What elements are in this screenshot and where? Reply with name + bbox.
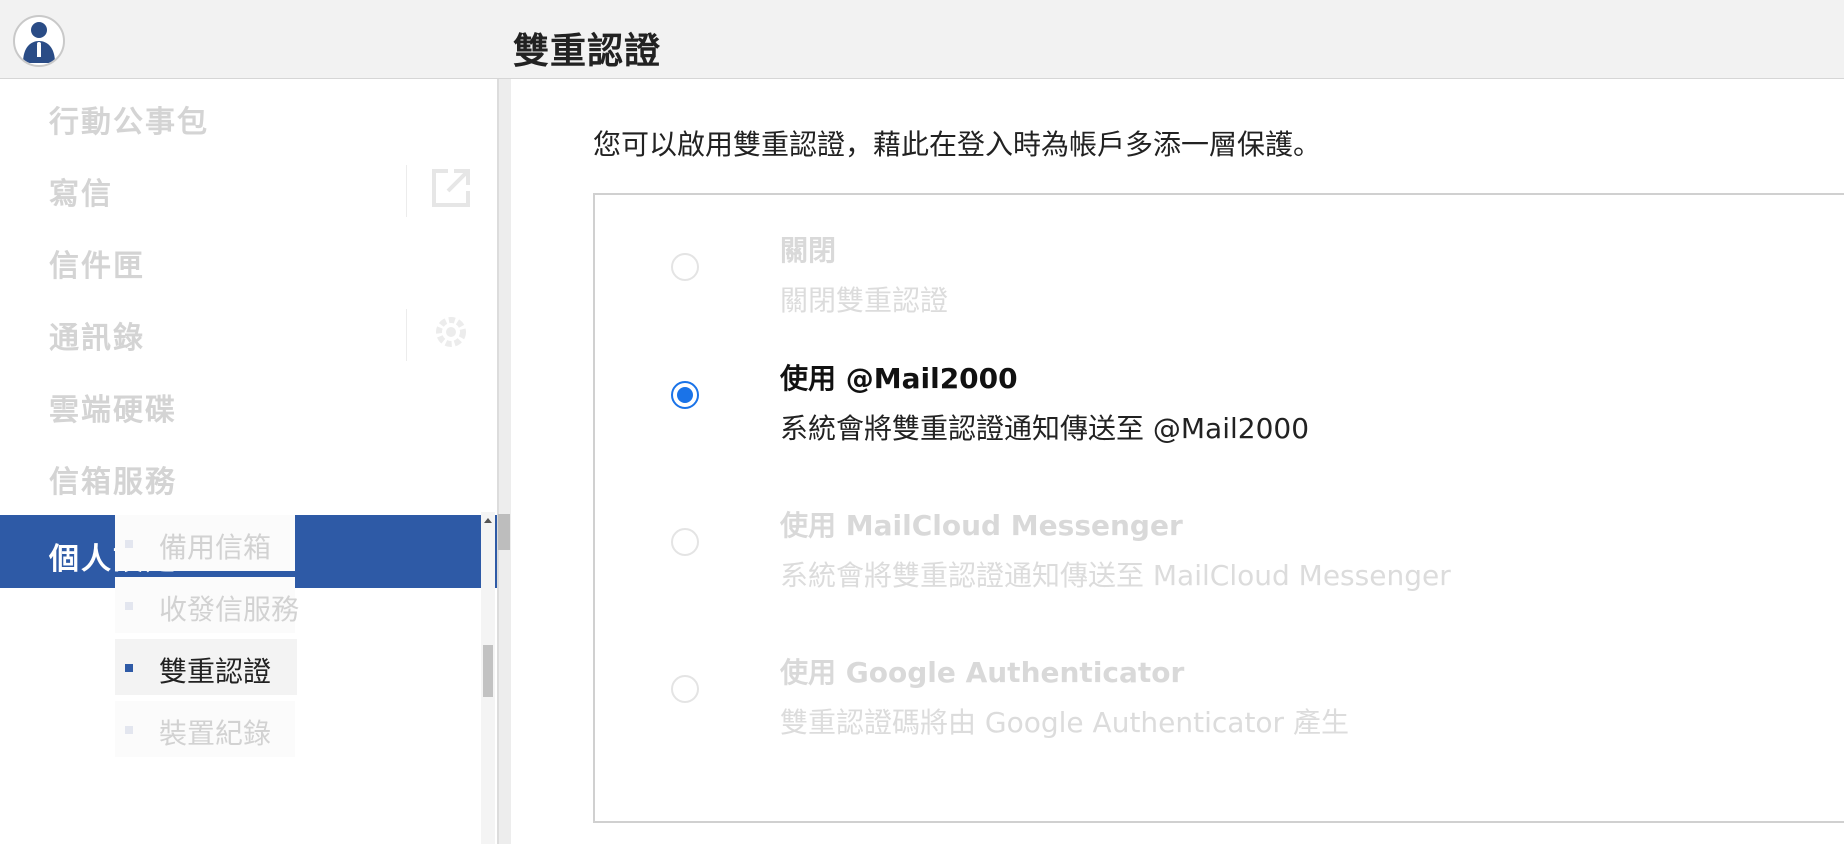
intro-text: 您可以啟用雙重認證，藉此在登入時為帳戶多添一層保護。 [593,128,1322,161]
option-title: 使用 @Mail2000 [780,362,1018,395]
sub-item-label: 雙重認證 [159,655,272,688]
sub-item-label: 裝置紀錄 [159,717,272,750]
sub-item-label: 收發信服務 [159,593,300,626]
sub-item-label: 備用信箱 [159,531,272,564]
radio-dot [677,387,693,403]
bullet [125,726,133,734]
scroll-up-arrow-icon[interactable] [484,518,492,523]
divider [497,79,499,844]
sidebar-item-label: 信箱服務 [49,465,177,500]
option-title: 關閉 [780,234,837,267]
sidebar-item-mobile-briefcase[interactable]: 行動公事包 [0,79,497,151]
divider [406,165,407,217]
sidebar-item-mail-service[interactable]: 信箱服務 [0,439,497,511]
option-description: 雙重認證碼將由 Google Authenticator 產生 [780,706,1349,739]
sidebar-item-label: 通訊錄 [49,321,145,356]
sidebar-item-cloud-drive[interactable]: 雲端硬碟 [0,367,497,439]
main-content: 您可以啟用雙重認證，藉此在登入時為帳戶多添一層保護。 關閉 關閉雙重認證 使用 … [511,79,1844,844]
option-off[interactable]: 關閉 關閉雙重認證 [595,195,1844,345]
radio-button[interactable] [671,253,699,281]
page-title: 雙重認證 [513,31,662,72]
sidebar-item-label: 信件匣 [49,249,145,284]
option-description: 系統會將雙重認證通知傳送至 MailCloud Messenger [780,559,1451,592]
open-new-window-icon[interactable] [428,165,474,211]
radio-button[interactable] [671,528,699,556]
sub-item-device-log[interactable]: 裝置紀錄 [115,701,295,757]
gear-icon[interactable] [428,309,474,355]
sub-item-two-factor-auth[interactable]: 雙重認證 [115,639,297,695]
option-title: 使用 MailCloud Messenger [780,509,1183,542]
sidebar-item-label: 行動公事包 [49,105,209,140]
option-google-authenticator[interactable]: 使用 Google Authenticator 雙重認證碼將由 Google A… [595,639,1844,789]
radio-button[interactable] [671,675,699,703]
sub-item-backup-email[interactable]: 備用信箱 [115,515,295,571]
option-mail2000[interactable]: 使用 @Mail2000 系統會將雙重認證通知傳送至 @Mail2000 [595,345,1844,495]
top-bar: 雙重認證 [0,0,1844,79]
option-title: 使用 Google Authenticator [780,656,1185,689]
option-description: 關閉雙重認證 [780,284,949,317]
option-mailcloud-messenger[interactable]: 使用 MailCloud Messenger 系統會將雙重認證通知傳送至 Mai… [595,492,1844,642]
bullet [125,664,133,672]
scrollbar-thumb[interactable] [483,645,493,697]
two-factor-options: 關閉 關閉雙重認證 使用 @Mail2000 系統會將雙重認證通知傳送至 @Ma… [593,193,1844,823]
sidebar-item-label: 寫信 [49,177,113,212]
user-avatar-icon[interactable] [13,15,65,67]
sidebar-item-compose[interactable]: 寫信 [0,151,497,223]
bullet [125,540,133,548]
divider [406,309,407,361]
radio-button[interactable] [671,381,699,409]
sub-item-mail-send-receive[interactable]: 收發信服務 [115,577,299,633]
sub-list-scrollbar[interactable] [481,512,495,844]
bullet [125,602,133,610]
scrollbar-thumb[interactable] [498,514,510,550]
settings-sub-list: 備用信箱 收發信服務 雙重認證 裝置紀錄 [0,515,490,844]
sidebar-item-label: 雲端硬碟 [49,393,177,428]
sidebar-item-contacts[interactable]: 通訊錄 [0,295,497,367]
option-description: 系統會將雙重認證通知傳送至 @Mail2000 [780,412,1310,445]
sidebar-scrollbar[interactable] [497,79,511,844]
sidebar-item-mailbox[interactable]: 信件匣 [0,223,497,295]
